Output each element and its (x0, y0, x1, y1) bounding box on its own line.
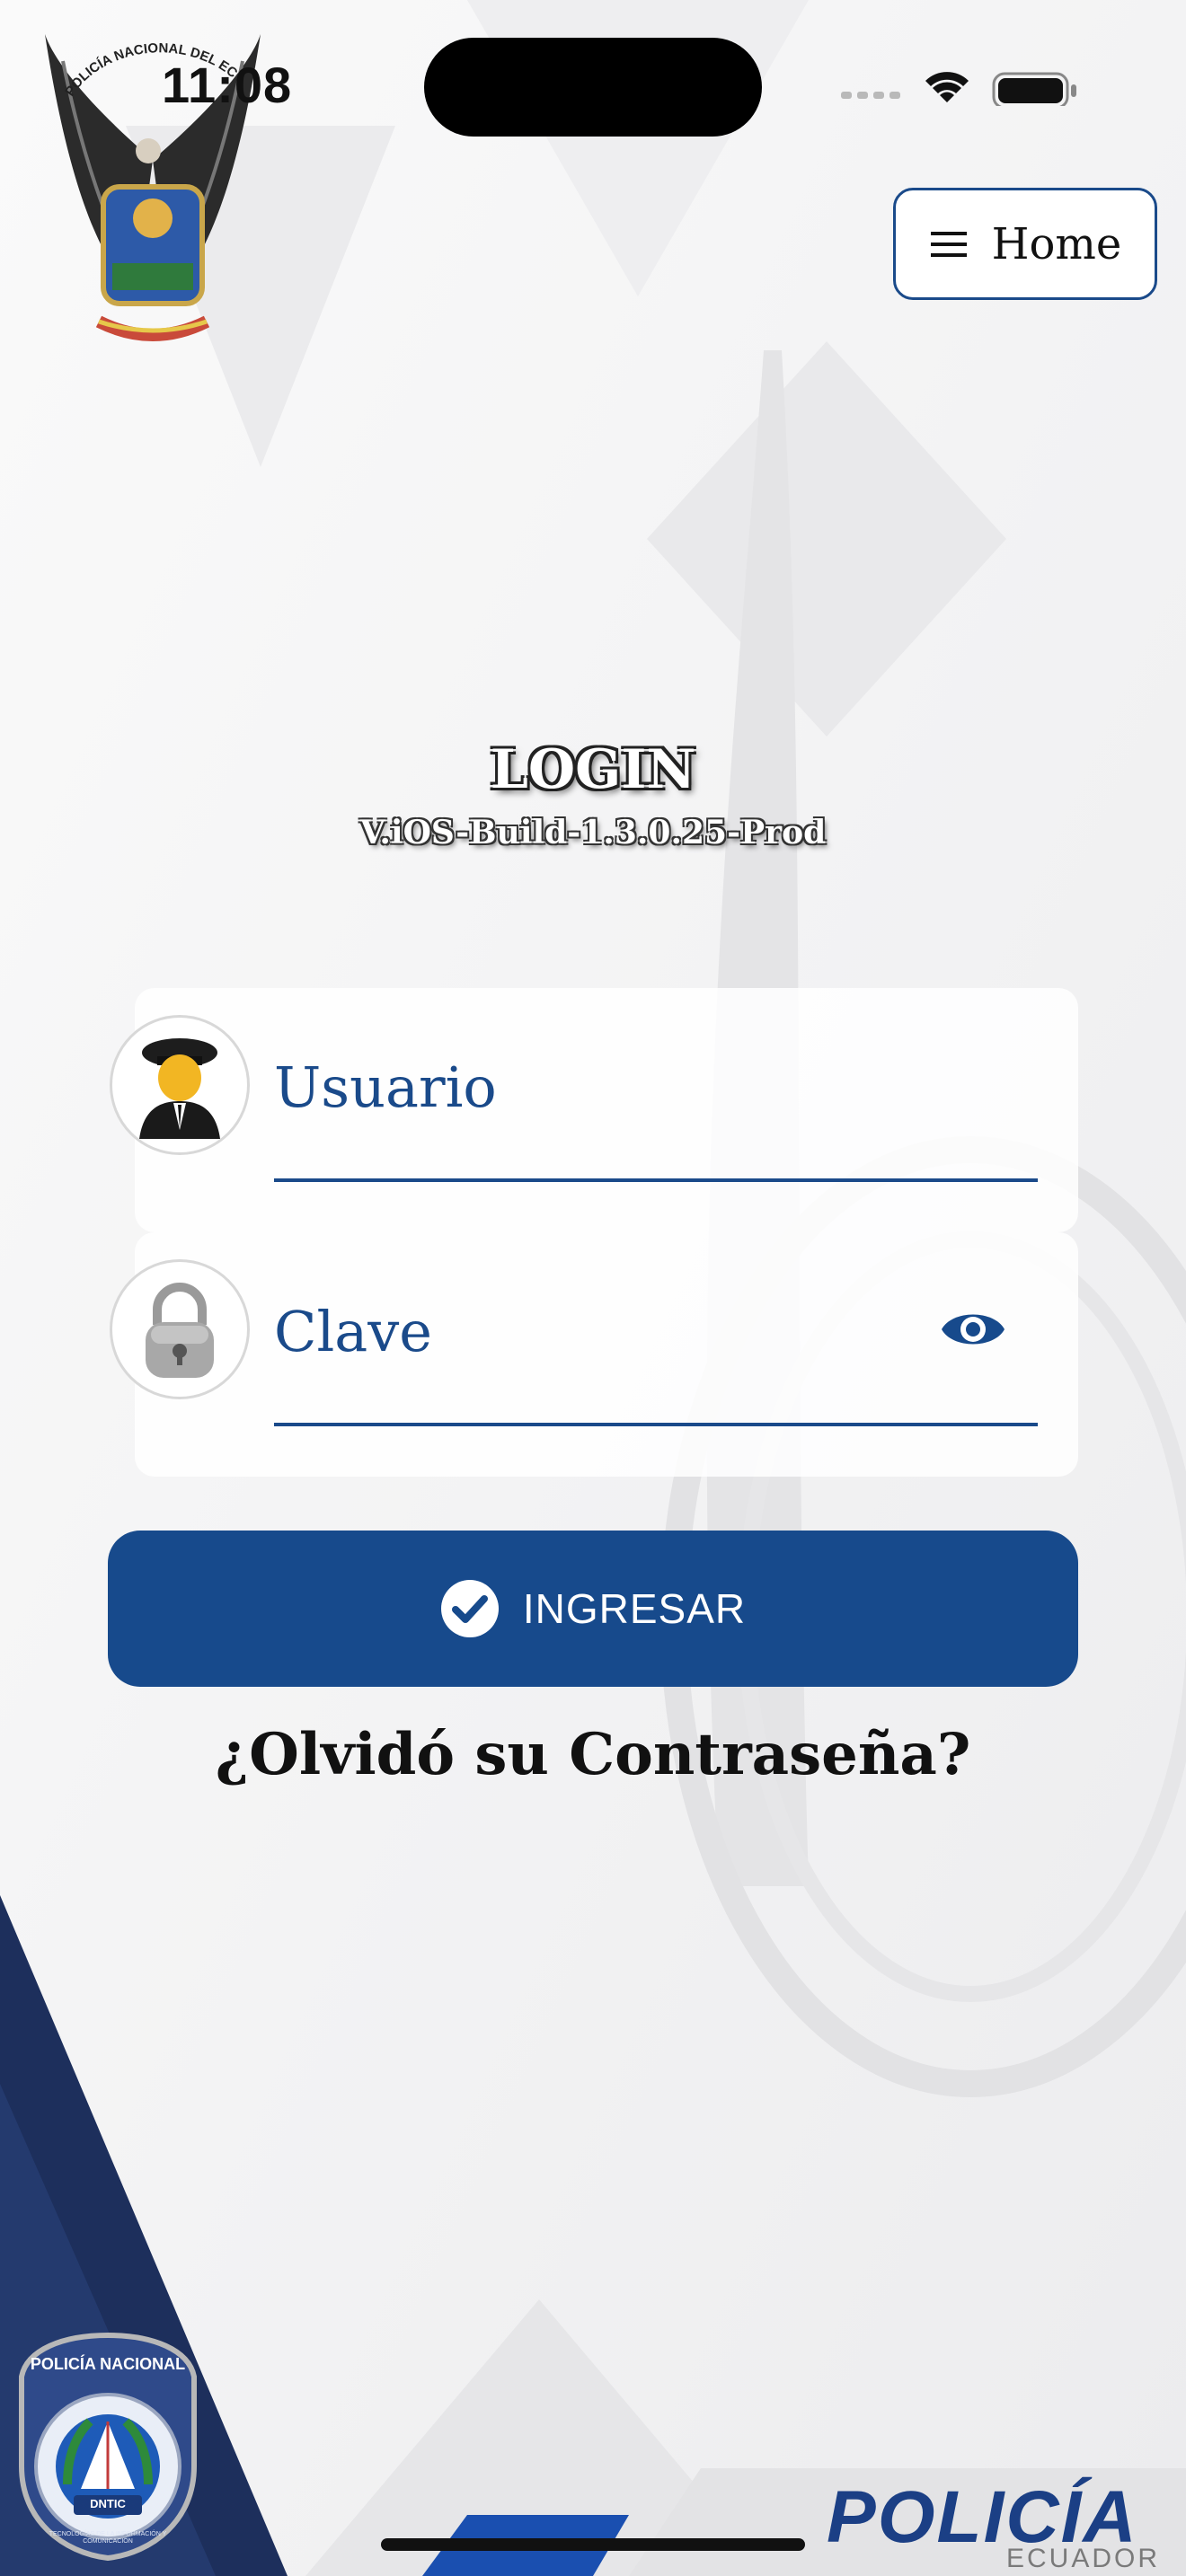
home-menu-button[interactable]: Home (893, 188, 1157, 300)
badge-top-text: POLICÍA NACIONAL (30, 2355, 186, 2373)
username-input[interactable] (274, 1051, 1038, 1123)
password-input[interactable] (274, 1295, 903, 1367)
menu-label: Home (991, 218, 1122, 269)
version-label: V.iOS-Build-1.3.0.25-Prod (359, 814, 827, 851)
cellular-signal-icon (841, 92, 900, 99)
ingresar-button[interactable]: INGRESAR (108, 1531, 1078, 1687)
login-title: LOGIN (490, 738, 696, 801)
show-password-eye-icon[interactable] (938, 1301, 1008, 1358)
forgot-password-link[interactable]: ¿Olvidó su Contraseña? (0, 1721, 1186, 1788)
padlock-icon (110, 1259, 250, 1399)
dntic-badge-logo: POLICÍA NACIONAL DNTIC TECNOLOGÍAS DE LA… (18, 2332, 198, 2562)
battery-icon (992, 72, 1076, 110)
badge-center-text: DNTIC (90, 2497, 126, 2510)
username-underline (274, 1178, 1038, 1182)
status-time: 11:08 (162, 57, 293, 113)
ingresar-label: INGRESAR (522, 1585, 747, 1632)
dynamic-island (424, 38, 762, 137)
hamburger-icon (930, 231, 967, 257)
wifi-icon (925, 72, 969, 102)
brand-subtitle: ECUADOR (1006, 2544, 1161, 2573)
home-indicator (381, 2538, 805, 2551)
password-underline (274, 1423, 1038, 1426)
officer-avatar-icon (110, 1015, 250, 1155)
check-circle-icon (440, 1580, 499, 1637)
badge-ring-text: TECNOLOGÍAS DE LA INFORMACIÓN Y COMUNICA… (49, 2531, 167, 2545)
status-icons (839, 70, 1082, 110)
